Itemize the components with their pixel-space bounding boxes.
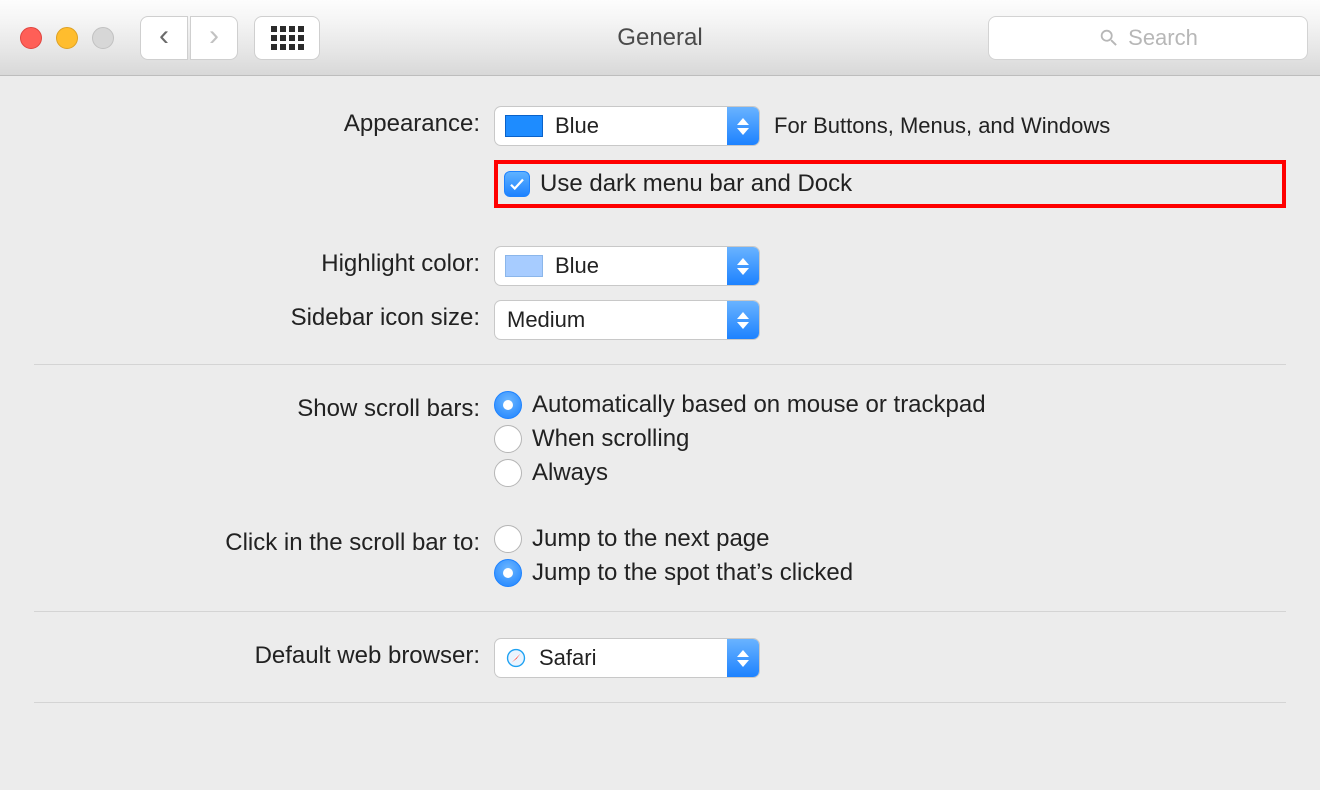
zoom-window-button — [92, 27, 114, 49]
titlebar: ‹ › General Search — [0, 0, 1320, 76]
highlight-label: Highlight color: — [34, 246, 494, 278]
dark-menu-label: Use dark menu bar and Dock — [540, 170, 852, 198]
dark-menu-checkbox[interactable] — [504, 171, 530, 197]
appearance-helper: For Buttons, Menus, and Windows — [774, 113, 1110, 139]
popup-arrows-icon — [727, 639, 759, 677]
click-scroll-label: Click in the scroll bar to: — [34, 525, 494, 557]
scrollbars-always-radio[interactable] — [494, 459, 522, 487]
close-window-button[interactable] — [20, 27, 42, 49]
appearance-label: Appearance: — [34, 106, 494, 138]
popup-arrows-icon — [727, 107, 759, 145]
color-swatch-icon — [505, 255, 543, 277]
browser-value: Safari — [537, 645, 727, 671]
search-placeholder: Search — [1128, 25, 1198, 51]
click-scroll-spot-label: Jump to the spot that’s clicked — [532, 559, 853, 587]
show-all-button[interactable] — [254, 16, 320, 60]
grid-icon — [271, 26, 304, 50]
forward-button: › — [190, 16, 238, 60]
chevron-left-icon: ‹ — [159, 21, 169, 51]
nav-buttons: ‹ › — [140, 16, 238, 60]
minimize-window-button[interactable] — [56, 27, 78, 49]
color-swatch-icon — [505, 115, 543, 137]
search-input[interactable]: Search — [988, 16, 1308, 60]
browser-label: Default web browser: — [34, 638, 494, 670]
checkmark-icon — [508, 175, 526, 193]
window-controls — [20, 27, 114, 49]
sidebar-icon-label: Sidebar icon size: — [34, 300, 494, 332]
sidebar-icon-popup[interactable]: Medium — [494, 300, 760, 340]
safari-icon — [505, 647, 527, 669]
popup-arrows-icon — [727, 301, 759, 339]
sidebar-icon-value: Medium — [495, 307, 727, 333]
browser-popup[interactable]: Safari — [494, 638, 760, 678]
chevron-right-icon: › — [209, 21, 219, 51]
divider — [34, 702, 1286, 703]
highlight-popup[interactable]: Blue — [494, 246, 760, 286]
search-icon — [1098, 27, 1120, 49]
popup-arrows-icon — [727, 247, 759, 285]
highlight-value: Blue — [553, 253, 727, 279]
system-preferences-window: ‹ › General Search Appearance: — [0, 0, 1320, 703]
scrollbars-auto-label: Automatically based on mouse or trackpad — [532, 391, 986, 419]
annotation-highlight: Use dark menu bar and Dock — [494, 160, 1286, 208]
divider — [34, 611, 1286, 612]
back-button[interactable]: ‹ — [140, 16, 188, 60]
appearance-popup[interactable]: Blue — [494, 106, 760, 146]
scrollbars-label: Show scroll bars: — [34, 391, 494, 423]
scrollbars-when-label: When scrolling — [532, 425, 689, 453]
scrollbars-when-radio[interactable] — [494, 425, 522, 453]
scrollbars-always-label: Always — [532, 459, 608, 487]
click-scroll-spot-radio[interactable] — [494, 559, 522, 587]
scrollbars-auto-radio[interactable] — [494, 391, 522, 419]
click-scroll-next-radio[interactable] — [494, 525, 522, 553]
appearance-value: Blue — [553, 113, 727, 139]
click-scroll-next-label: Jump to the next page — [532, 525, 770, 553]
preferences-body: Appearance: Blue For Buttons, Menus, and… — [0, 76, 1320, 703]
divider — [34, 364, 1286, 365]
